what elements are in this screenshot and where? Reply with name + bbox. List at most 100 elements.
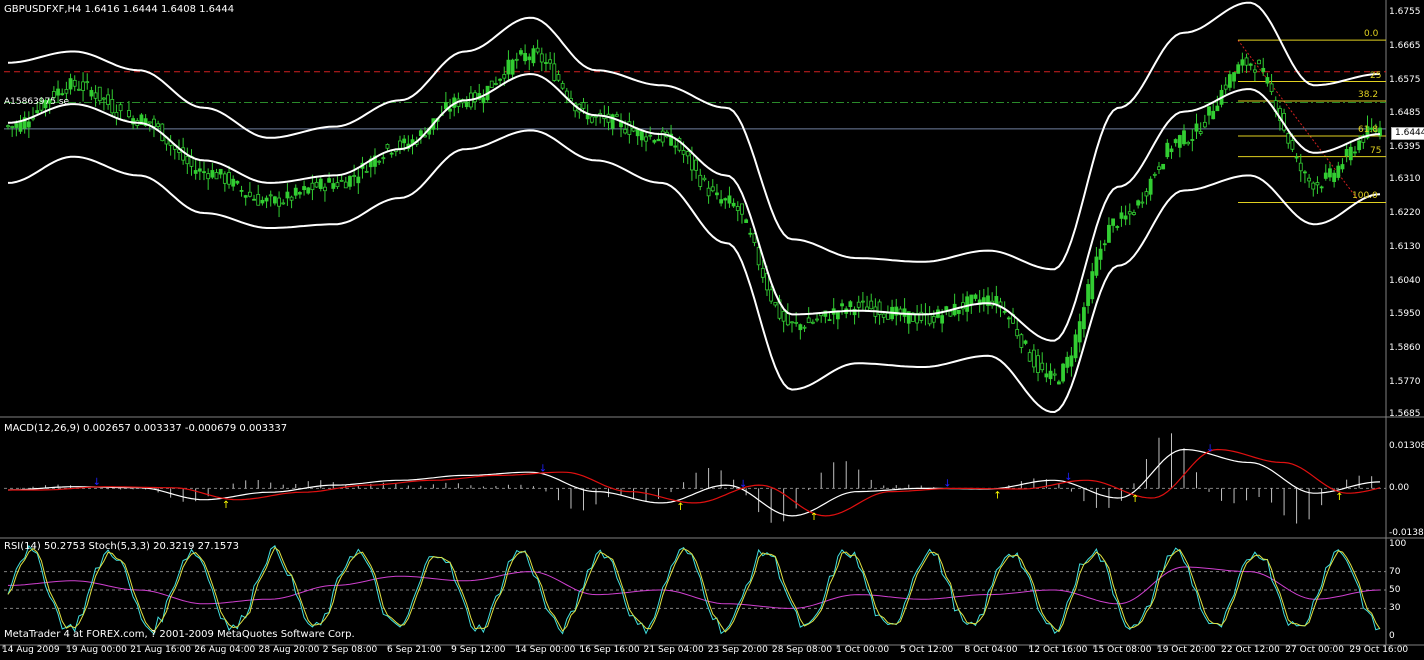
candle-body xyxy=(681,150,686,155)
candle-body xyxy=(715,192,719,196)
macd-signal-line xyxy=(8,448,1381,517)
candle-body xyxy=(1236,64,1241,74)
candle-body xyxy=(506,59,511,75)
candle-body xyxy=(806,317,811,324)
candle-body xyxy=(544,62,548,64)
candle-body xyxy=(1036,355,1040,374)
buy-arrow-icon: ↑ xyxy=(676,502,684,513)
candle-body xyxy=(327,178,332,183)
date-tick: 8 Oct 04:00 xyxy=(964,645,1018,655)
candle-body xyxy=(64,89,69,94)
candle-body xyxy=(323,186,327,192)
candle-body xyxy=(1152,173,1157,176)
horizontal-levels xyxy=(4,71,1386,130)
candle-body xyxy=(702,177,707,181)
candle-body xyxy=(127,110,131,118)
price-tick: 1.6220 xyxy=(1389,208,1421,218)
candle-body xyxy=(489,80,494,88)
candle-body xyxy=(1056,381,1061,385)
candle-body xyxy=(648,134,653,137)
date-tick: 14 Sep 00:00 xyxy=(515,645,576,655)
candle-body xyxy=(560,83,565,89)
candle-body xyxy=(335,182,340,188)
date-tick: 28 Sep 08:00 xyxy=(771,645,833,655)
candle-body xyxy=(318,178,323,190)
candle-body xyxy=(1052,373,1057,376)
candle-body xyxy=(790,321,794,324)
candle-body xyxy=(502,74,507,79)
candle-body xyxy=(235,180,240,184)
candle-body xyxy=(1223,84,1228,90)
candle-body xyxy=(1248,63,1253,66)
candle-body xyxy=(748,232,753,235)
buy-arrow-icon: ↑ xyxy=(1131,494,1139,505)
date-tick: 19 Aug 00:00 xyxy=(66,645,127,655)
candle-body xyxy=(1148,178,1153,195)
candle-body xyxy=(364,170,369,173)
candle-body xyxy=(1344,149,1349,157)
price-tick: 1.6755 xyxy=(1389,7,1421,17)
candle-body xyxy=(227,172,231,185)
candle-body xyxy=(1261,67,1266,73)
candle-body xyxy=(302,186,306,191)
candle-body xyxy=(481,97,486,104)
current-price-label: 1.6444 xyxy=(1391,127,1424,140)
candle-body xyxy=(840,303,844,307)
candle-body xyxy=(685,151,690,157)
candle-body xyxy=(93,92,98,99)
candle-body xyxy=(589,116,594,123)
candle-body xyxy=(756,247,761,266)
macd-tick: 0.00 xyxy=(1389,483,1410,494)
candle-body xyxy=(331,183,336,189)
price-chart-canvas[interactable]: ↓ ↑ ↓ ↑ ↓ ↑ ↓ ↑ ↓ ↑ ↓ ↑ xyxy=(0,0,1424,660)
candle-body xyxy=(673,145,678,148)
candle-body xyxy=(585,114,590,120)
candle-body xyxy=(339,179,344,182)
rsi-stochastic-indicator xyxy=(4,544,1386,635)
candle-body xyxy=(781,311,786,322)
candle-body xyxy=(1198,131,1203,134)
candle-body xyxy=(940,315,945,324)
fib-level-label: 75 xyxy=(1370,145,1382,156)
candle-body xyxy=(1069,355,1074,367)
candle-body xyxy=(243,195,248,198)
date-tick: 22 Oct 12:00 xyxy=(1221,645,1280,655)
date-tick: 5 Oct 12:00 xyxy=(900,645,954,655)
candle-body xyxy=(1286,133,1291,144)
candle-body xyxy=(202,171,206,174)
candle-body xyxy=(1065,356,1070,368)
candle-body xyxy=(68,78,73,90)
candle-body xyxy=(152,118,156,127)
candle-body xyxy=(102,97,106,100)
date-tick: 1 Oct 00:00 xyxy=(836,645,890,655)
candle-body xyxy=(1111,218,1116,226)
candle-body xyxy=(523,52,528,62)
candle-body xyxy=(773,302,778,306)
candle-body xyxy=(1215,105,1220,112)
macd-tick: -0.01380 xyxy=(1389,528,1424,538)
candle-body xyxy=(1040,362,1045,371)
candle-body xyxy=(614,114,619,117)
candle-body xyxy=(277,197,281,207)
candle-body xyxy=(1348,146,1353,161)
candle-body xyxy=(343,181,348,189)
candle-body xyxy=(289,196,294,201)
candle-body xyxy=(210,170,215,178)
rsi-tick: 50 xyxy=(1389,585,1401,595)
date-tick: 16 Sep 16:00 xyxy=(579,645,640,655)
candle-body xyxy=(256,194,261,206)
buy-arrow-icon: ↑ xyxy=(810,512,818,523)
left-note: A15863975 se xyxy=(4,97,70,107)
candle-body xyxy=(690,153,694,171)
rsi-tick: 30 xyxy=(1389,603,1401,614)
price-tick: 1.6040 xyxy=(1389,275,1421,286)
candle-body xyxy=(581,102,586,109)
candle-body xyxy=(744,219,749,223)
candle-body xyxy=(815,318,819,321)
candle-body xyxy=(973,294,978,299)
candle-body xyxy=(965,296,970,312)
candle-body xyxy=(1082,307,1086,330)
fib-trend-line xyxy=(1237,39,1361,203)
candle-body xyxy=(769,289,774,302)
candle-body xyxy=(398,140,402,149)
